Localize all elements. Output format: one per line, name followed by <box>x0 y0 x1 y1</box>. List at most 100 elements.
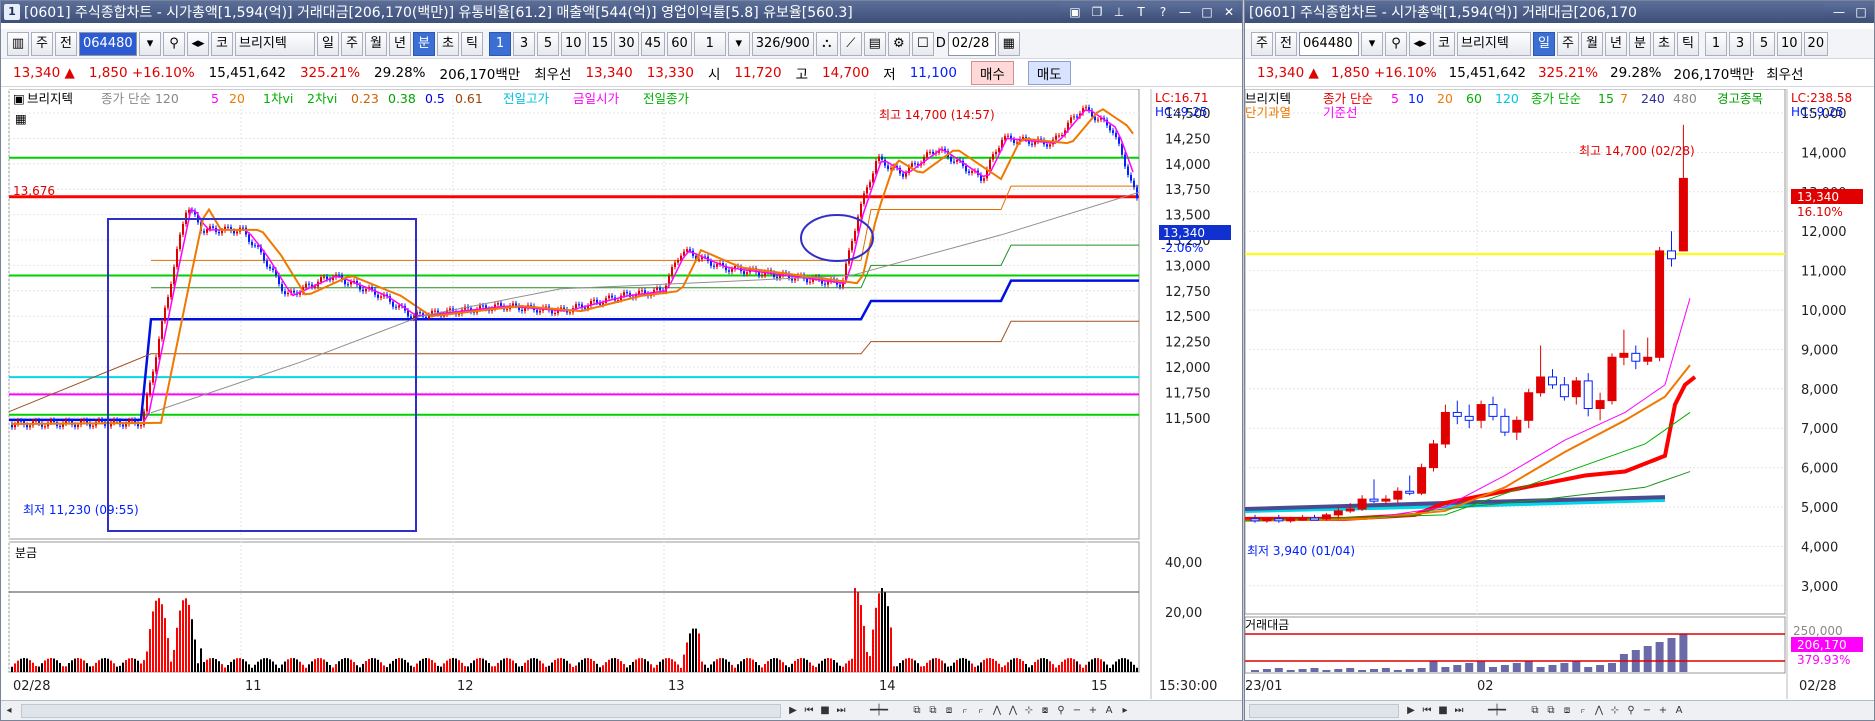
period-tab-right-3[interactable]: 년 <box>1605 31 1627 56</box>
period-tab-right-6[interactable]: 틱 <box>1677 31 1699 56</box>
unit-chevron-icon[interactable]: ▾ <box>727 31 750 56</box>
stock-name-field-right[interactable]: 브리지텍 <box>1457 31 1531 56</box>
minus-icon[interactable]: − <box>1069 703 1085 719</box>
interval-tab-right-2[interactable]: 5 <box>1753 31 1775 56</box>
dropdown-chevron-icon[interactable]: ▾ <box>139 31 161 56</box>
magnifier-icon-right[interactable]: ⚲ <box>1623 703 1639 719</box>
daily-price-chart[interactable]: 15,00014,00013,00012,00011,00010,0009,00… <box>1245 89 1875 699</box>
calendar-icon[interactable]: ▦ <box>997 31 1020 56</box>
minus-icon-right[interactable]: − <box>1639 703 1655 719</box>
zoom-slider[interactable]: ━┿━ <box>849 703 909 719</box>
interval-tab-3[interactable]: 10 <box>561 31 586 56</box>
stock-code-input-right[interactable] <box>1299 31 1359 56</box>
horizontal-scrollbar-right[interactable]: ▶ ⏮ ■ ⏭ ━┿━ ⧉ ⧉ ⧈ ⟔ ⋀ ⊹ ⚲ − + A <box>1245 700 1874 720</box>
legend-settings-icon[interactable]: ▣ <box>13 91 25 106</box>
tool-icon-r4[interactable]: ⟔ <box>1575 703 1591 719</box>
forward-icon-right[interactable]: ⏭ <box>1451 703 1467 719</box>
draw-tool-icon[interactable]: ⟋ <box>839 31 862 56</box>
stop-icon[interactable]: ■ <box>817 703 833 719</box>
interval-tab-6[interactable]: 45 <box>640 31 666 56</box>
zoom-slider-right[interactable]: ━┿━ <box>1467 703 1527 719</box>
interval-tab-right-3[interactable]: 10 <box>1777 31 1802 56</box>
period-tab-right-4[interactable]: 분 <box>1629 31 1651 56</box>
date-input[interactable] <box>947 31 996 56</box>
scroll-left-icon[interactable]: ◂ <box>1 703 17 719</box>
maximize-icon[interactable]: □ <box>1198 3 1216 21</box>
unit-select[interactable]: 1 <box>693 31 726 56</box>
interval-tab-1[interactable]: 3 <box>513 31 535 56</box>
interval-tab-right-4[interactable]: 20 <box>1803 31 1829 56</box>
prev-button[interactable]: 전 <box>55 31 77 56</box>
week-button-right[interactable]: 주 <box>1251 31 1273 56</box>
speaker-icon-right[interactable]: ◂▸ <box>1409 31 1431 56</box>
search-icon-right[interactable]: ⚲ <box>1385 31 1407 56</box>
period-tab-1[interactable]: 주 <box>341 31 363 56</box>
prev-button-right[interactable]: 전 <box>1275 31 1297 56</box>
tool-icon-2[interactable]: ⧉ <box>925 703 941 719</box>
help-icon[interactable]: ? <box>1154 3 1172 21</box>
horizontal-scrollbar[interactable]: ◂ ▶ ⏮ ■ ⏭ ━┿━ ⧉ ⧉ ⧈ ⟔ ⟔ ⋀ ⋀ ⊹ ⧇ ⚲ − + A … <box>1 700 1242 720</box>
indicator-icon[interactable]: ⛬ <box>815 31 838 56</box>
tool-icon-r3[interactable]: ⧈ <box>1559 703 1575 719</box>
minimize-icon-right[interactable]: — <box>1830 3 1848 21</box>
count-field[interactable]: 326/900 <box>751 31 814 56</box>
minimize-icon[interactable]: — <box>1176 3 1194 21</box>
plus-icon-right[interactable]: + <box>1655 703 1671 719</box>
tool-icon-8[interactable]: ⊹ <box>1021 703 1037 719</box>
tool-icon-4[interactable]: ⟔ <box>957 703 973 719</box>
stop-icon-right[interactable]: ■ <box>1435 703 1451 719</box>
buy-button[interactable]: 매수 <box>970 61 1014 85</box>
text-size-icon-right[interactable]: A <box>1671 703 1687 719</box>
tool-icon-r6[interactable]: ⊹ <box>1607 703 1623 719</box>
title-bar-right[interactable]: [0601] 주식종합차트 - 시가총액[1,594(억)] 거래대금[206,… <box>1245 1 1874 23</box>
close-icon[interactable]: ✕ <box>1220 3 1238 21</box>
link-icon[interactable]: ▣ <box>1066 3 1084 21</box>
scroll-right-icon[interactable]: ▸ <box>1117 703 1133 719</box>
period-tab-6[interactable]: 틱 <box>461 31 483 56</box>
save-icon[interactable]: ▤ <box>863 31 886 56</box>
week-button[interactable]: 주 <box>31 31 53 56</box>
tool-icon-5[interactable]: ⟔ <box>973 703 989 719</box>
period-tab-right-2[interactable]: 월 <box>1581 31 1603 56</box>
period-tab-5[interactable]: 초 <box>437 31 459 56</box>
tool-icon-r2[interactable]: ⧉ <box>1543 703 1559 719</box>
interval-tab-right-1[interactable]: 3 <box>1729 31 1751 56</box>
layout-icon[interactable]: ▥ <box>7 31 29 56</box>
tool-icon-3[interactable]: ⧈ <box>941 703 957 719</box>
title-bar[interactable]: 1 [0601] 주식종합차트 - 시가총액[1,594(억)] 거래대금[20… <box>1 1 1242 23</box>
search-icon[interactable]: ⚲ <box>163 31 185 56</box>
tool-icon-r1[interactable]: ⧉ <box>1527 703 1543 719</box>
tool-icon-6[interactable]: ⋀ <box>989 703 1005 719</box>
magnifier-icon[interactable]: ⚲ <box>1053 703 1069 719</box>
interval-tab-5[interactable]: 30 <box>614 31 639 56</box>
sell-button[interactable]: 매도 <box>1027 61 1071 85</box>
tool-icon-1[interactable]: ⧉ <box>909 703 925 719</box>
interval-tab-0[interactable]: 1 <box>489 31 511 56</box>
plus-icon[interactable]: + <box>1085 703 1101 719</box>
text-size-icon[interactable]: A <box>1101 703 1117 719</box>
period-tab-0[interactable]: 일 <box>317 31 339 56</box>
first-icon-right[interactable]: ▶ <box>1403 703 1419 719</box>
first-icon[interactable]: ▶ <box>785 703 801 719</box>
interval-tab-7[interactable]: 60 <box>667 31 692 56</box>
stock-code-input[interactable] <box>79 31 137 56</box>
speaker-icon[interactable]: ◂▸ <box>187 31 209 56</box>
rewind-icon[interactable]: ⏮ <box>801 703 817 719</box>
period-tab-right-5[interactable]: 초 <box>1653 31 1675 56</box>
period-tab-3[interactable]: 년 <box>389 31 411 56</box>
period-tab-right-0[interactable]: 일 <box>1533 31 1555 56</box>
period-tab-4[interactable]: 분 <box>413 31 435 56</box>
rewind-icon-right[interactable]: ⏮ <box>1419 703 1435 719</box>
dropdown-chevron-icon-right[interactable]: ▾ <box>1361 31 1383 56</box>
stock-name-field[interactable]: 브리지텍 <box>235 31 315 56</box>
tool-icon-7[interactable]: ⋀ <box>1005 703 1021 719</box>
minute-price-chart[interactable]: 14,50014,25014,00013,75013,50013,25013,0… <box>1 89 1243 699</box>
font-icon[interactable]: T <box>1132 3 1150 21</box>
pin-icon[interactable]: ⊥ <box>1110 3 1128 21</box>
scroll-track[interactable] <box>21 703 781 718</box>
settings-gear-icon[interactable]: ⚙ <box>887 31 910 56</box>
restore-icon[interactable]: ❐ <box>1088 3 1106 21</box>
tool-icon-9[interactable]: ⧇ <box>1037 703 1053 719</box>
forward-icon[interactable]: ⏭ <box>833 703 849 719</box>
period-tab-2[interactable]: 월 <box>365 31 387 56</box>
